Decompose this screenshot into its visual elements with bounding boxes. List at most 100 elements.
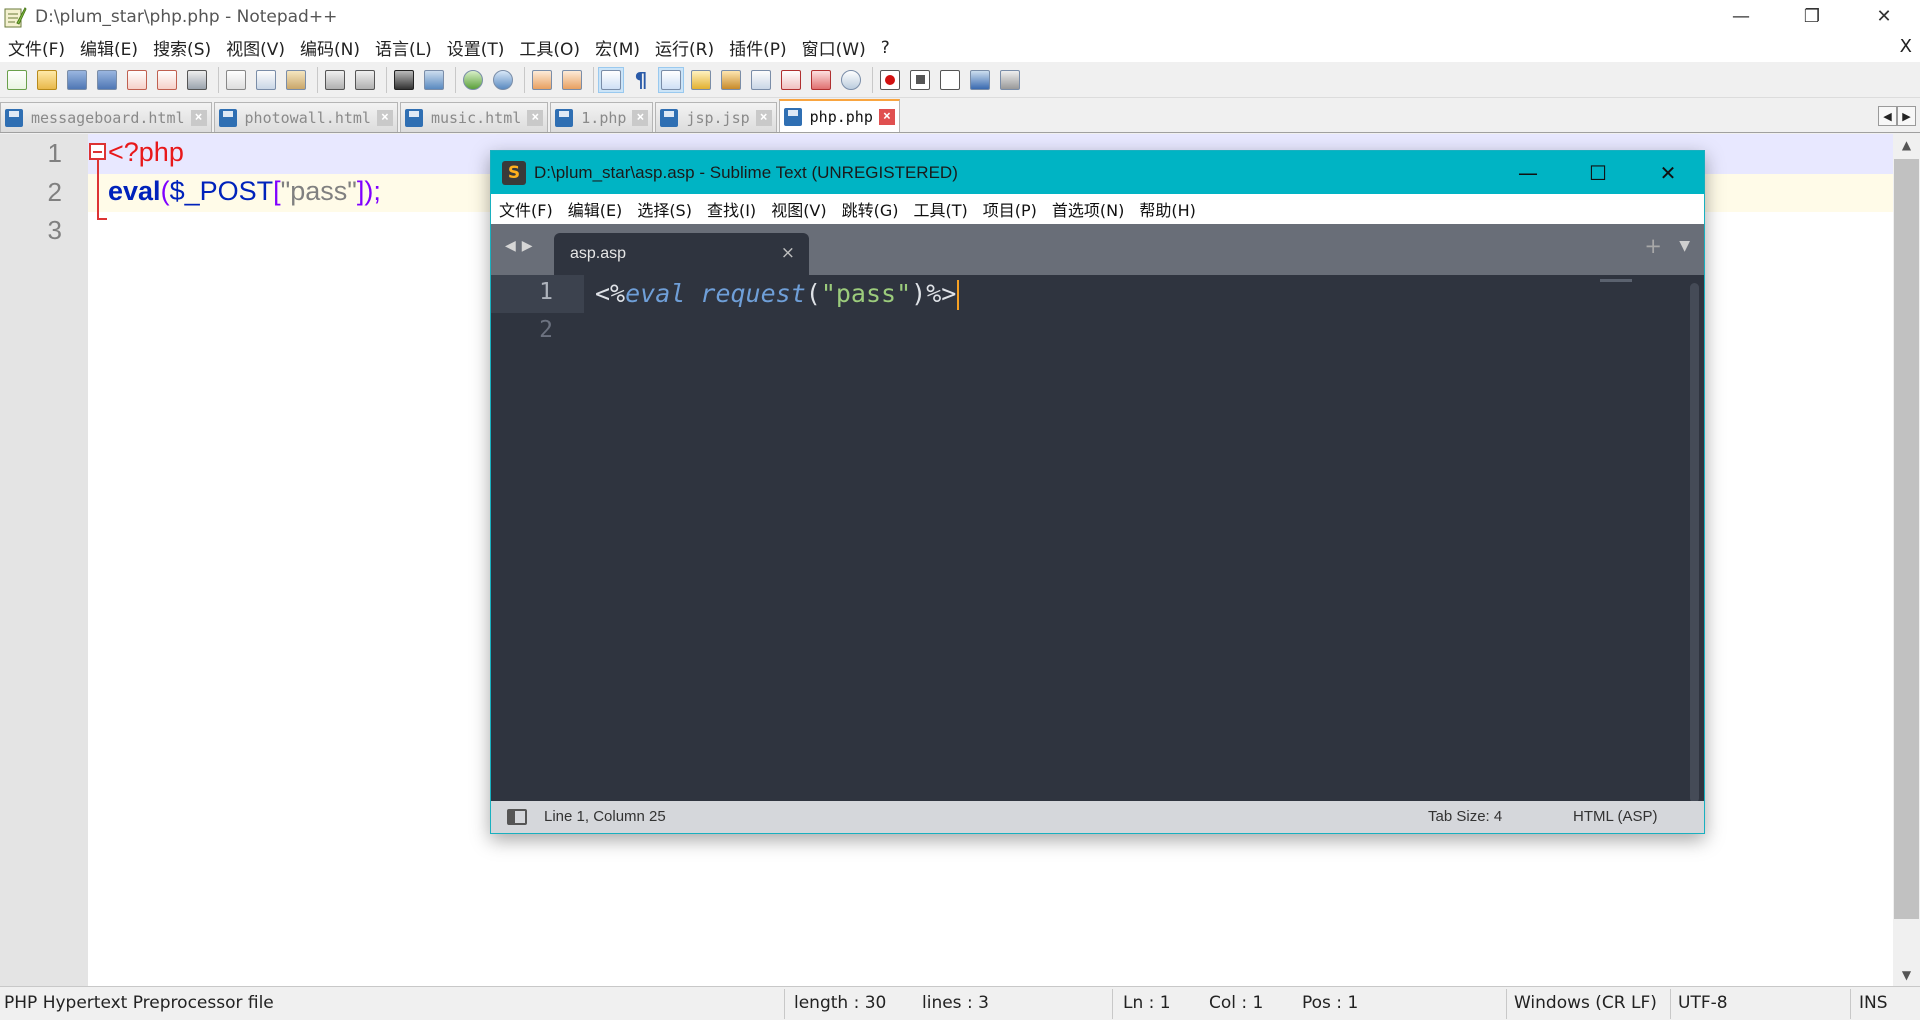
sublime-menu-tools[interactable]: 工具(T) [906, 197, 975, 221]
sublime-editor[interactable]: 1 2 <%eval request("pass")%> [491, 275, 1704, 803]
copy-icon[interactable] [253, 67, 279, 93]
menu-edit[interactable]: 编辑(E) [72, 35, 145, 60]
close-all-icon[interactable] [154, 67, 180, 93]
run-macro-multiple-icon[interactable] [967, 67, 993, 93]
undo-icon[interactable] [322, 67, 348, 93]
new-tab-plus-icon[interactable]: + [1644, 234, 1662, 258]
tab-jsp-jsp[interactable]: jsp.jsp × [655, 102, 777, 132]
menu-run[interactable]: 运行(R) [647, 35, 721, 60]
zoom-in-icon[interactable] [460, 67, 486, 93]
sublime-vertical-scrollbar[interactable] [1690, 283, 1699, 803]
tab-close-icon[interactable]: × [190, 109, 207, 126]
tab-messageboard-html[interactable]: messageboard.html × [0, 102, 212, 132]
scrollbar-thumb[interactable] [1894, 159, 1919, 919]
sublime-syntax[interactable]: HTML (ASP) [1573, 808, 1657, 825]
cut-icon[interactable] [223, 67, 249, 93]
sublime-menu-project[interactable]: 项目(P) [975, 197, 1044, 221]
sync-horizontal-scroll-icon[interactable] [559, 67, 585, 93]
folder-as-workspace-icon[interactable] [808, 67, 834, 93]
sublime-tab-size[interactable]: Tab Size: 4 [1428, 808, 1502, 825]
tab-music-html[interactable]: music.html × [399, 102, 549, 132]
tab-list-dropdown-icon[interactable]: ▼ [1679, 238, 1690, 254]
sublime-menu-view[interactable]: 视图(V) [763, 197, 833, 221]
open-file-icon[interactable] [34, 67, 60, 93]
redo-icon[interactable] [352, 67, 378, 93]
document-list-icon[interactable] [748, 67, 774, 93]
menu-search[interactable]: 搜索(S) [145, 35, 218, 60]
tab-close-icon[interactable]: × [527, 109, 544, 126]
sublime-menu-file[interactable]: 文件(F) [491, 197, 560, 221]
tab-close-icon[interactable]: × [632, 109, 649, 126]
close-document-button[interactable]: X [1900, 36, 1912, 57]
tab-photowall-html[interactable]: photowall.html × [213, 102, 398, 132]
show-all-characters-icon[interactable]: ¶ [628, 67, 654, 93]
paste-icon[interactable] [283, 67, 309, 93]
fold-toggle-icon[interactable] [89, 143, 106, 160]
menu-tools[interactable]: 工具(O) [511, 35, 587, 60]
menu-macro[interactable]: 宏(M) [587, 35, 647, 60]
sublime-tab-asp[interactable]: asp.asp × [554, 233, 809, 275]
status-insert-mode: INS [1859, 993, 1888, 1013]
record-macro-icon[interactable] [877, 67, 903, 93]
sync-vertical-scroll-icon[interactable] [529, 67, 555, 93]
close-file-icon[interactable] [124, 67, 150, 93]
sublime-menu-selection[interactable]: 选择(S) [629, 197, 699, 221]
sublime-menu-goto[interactable]: 跳转(G) [834, 197, 906, 221]
save-macro-icon[interactable] [997, 67, 1023, 93]
word-wrap-icon[interactable] [598, 66, 624, 93]
save-icon[interactable] [64, 67, 90, 93]
scroll-down-icon[interactable]: ▼ [1893, 964, 1920, 986]
sublime-close-button[interactable]: ✕ [1633, 151, 1703, 194]
minimize-button[interactable]: — [1707, 0, 1775, 33]
tab-label: messageboard.html [31, 108, 185, 127]
sublime-menu-find[interactable]: 查找(I) [699, 197, 763, 221]
menu-plugins[interactable]: 插件(P) [721, 35, 794, 60]
minimap[interactable] [1600, 279, 1632, 282]
sublime-title-bar[interactable]: S D:\plum_star\asp.asp - Sublime Text (U… [491, 151, 1704, 194]
save-all-icon[interactable] [94, 67, 120, 93]
sublime-maximize-button[interactable]: ☐ [1563, 151, 1633, 194]
vertical-scrollbar[interactable]: ▲ ▼ [1893, 134, 1920, 986]
asp-close-tag: %> [926, 279, 957, 308]
menu-help[interactable]: ? [873, 38, 897, 58]
tab-close-icon[interactable]: × [878, 108, 895, 125]
tab-scroll-buttons: ◀ ▶ [1878, 106, 1916, 126]
scroll-up-icon[interactable]: ▲ [1893, 134, 1920, 156]
status-lines: lines : 3 [922, 993, 989, 1013]
status-separator [784, 989, 785, 1019]
tab-close-icon[interactable]: × [376, 109, 393, 126]
menu-file[interactable]: 文件(F) [0, 35, 72, 60]
close-button[interactable]: ✕ [1850, 0, 1918, 33]
user-defined-language-icon[interactable] [688, 67, 714, 93]
tab-close-icon[interactable]: × [755, 109, 772, 126]
sidebar-toggle-icon[interactable] [507, 809, 527, 825]
monitoring-icon[interactable] [838, 67, 864, 93]
print-icon[interactable] [184, 67, 210, 93]
notepadpp-title-bar[interactable]: D:\plum_star\php.php - Notepad++ — ❐ ✕ [0, 0, 1920, 33]
sublime-menu-edit[interactable]: 编辑(E) [560, 197, 630, 221]
document-map-icon[interactable] [718, 67, 744, 93]
sublime-menu-preferences[interactable]: 首选项(N) [1044, 197, 1131, 221]
function-list-icon[interactable] [778, 67, 804, 93]
find-icon[interactable] [391, 67, 417, 93]
tab-navigation-arrows-icon[interactable]: ◀▶ [505, 238, 539, 254]
zoom-out-icon[interactable] [490, 67, 516, 93]
indent-guide-icon[interactable] [658, 66, 684, 93]
tab-1-php[interactable]: 1.php × [550, 102, 654, 132]
tab-scroll-left-button[interactable]: ◀ [1878, 106, 1897, 126]
restore-button[interactable]: ❐ [1778, 0, 1846, 33]
menu-settings[interactable]: 设置(T) [439, 35, 512, 60]
tab-php-php[interactable]: php.php × [778, 99, 900, 132]
menu-encoding[interactable]: 编码(N) [292, 35, 367, 60]
new-file-icon[interactable] [4, 67, 30, 93]
sublime-menu-help[interactable]: 帮助(H) [1131, 197, 1203, 221]
sublime-tab-close-icon[interactable]: × [781, 243, 795, 263]
tab-scroll-right-button[interactable]: ▶ [1897, 106, 1916, 126]
stop-recording-icon[interactable] [907, 67, 933, 93]
playback-macro-icon[interactable] [937, 67, 963, 93]
sublime-minimize-button[interactable]: — [1493, 151, 1563, 194]
replace-icon[interactable] [421, 67, 447, 93]
menu-language[interactable]: 语言(L) [367, 35, 439, 60]
menu-window[interactable]: 窗口(W) [794, 35, 873, 60]
menu-view[interactable]: 视图(V) [218, 35, 292, 60]
